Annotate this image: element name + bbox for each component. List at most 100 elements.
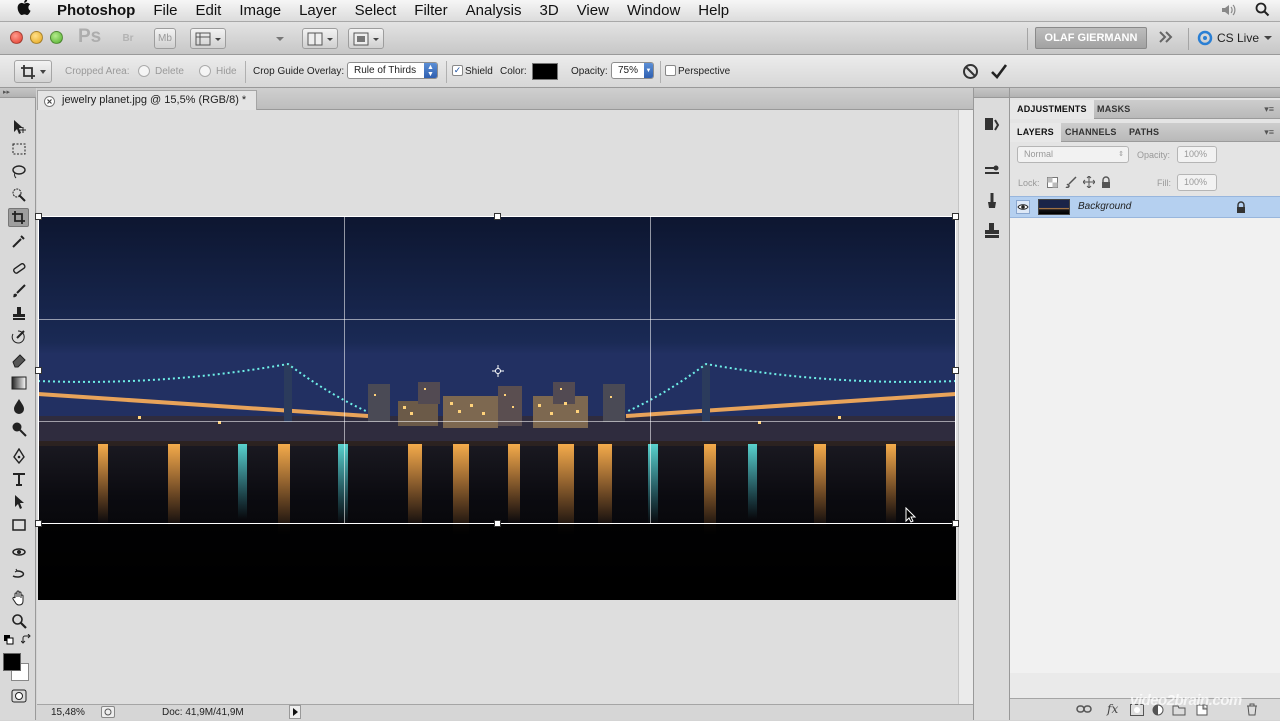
lock-position-icon[interactable] (1082, 175, 1096, 191)
double-chevron-right-icon[interactable] (1158, 30, 1174, 47)
pen-tool-icon[interactable] (8, 446, 29, 465)
move-tool-icon[interactable] (8, 117, 29, 136)
menu-3d[interactable]: 3D (531, 0, 568, 22)
clone-stamp-tool-icon[interactable] (8, 304, 29, 323)
healing-brush-tool-icon[interactable] (8, 258, 29, 277)
blur-tool-icon[interactable] (8, 396, 29, 415)
screen-mode-button[interactable] (348, 28, 384, 49)
type-tool-icon[interactable] (8, 469, 29, 488)
link-layers-icon[interactable] (1076, 704, 1092, 717)
tab-layers[interactable]: LAYERS (1010, 123, 1061, 142)
commit-crop-icon[interactable] (990, 63, 1008, 83)
menu-filter[interactable]: Filter (405, 0, 456, 22)
history-panel-icon[interactable] (983, 116, 1001, 137)
tab-channels[interactable]: CHANNELS (1058, 123, 1124, 142)
lock-image-pixels-icon[interactable] (1065, 176, 1077, 191)
menu-window[interactable]: Window (618, 0, 689, 22)
menu-help[interactable]: Help (689, 0, 738, 22)
launch-minibridge-button[interactable]: Mb (154, 28, 176, 49)
crop-handle-left[interactable] (35, 367, 42, 374)
cs-live-button[interactable]: CS Live (1197, 30, 1273, 46)
arrange-documents-button[interactable] (302, 28, 338, 49)
tool-preset-picker[interactable] (14, 60, 52, 83)
foreground-color-swatch[interactable] (3, 653, 21, 671)
layers-list-area[interactable] (1010, 218, 1280, 673)
crop-handle-bottom-left[interactable] (35, 520, 42, 527)
3d-rotate-tool-icon[interactable] (8, 542, 29, 561)
window-zoom-button[interactable] (50, 31, 63, 44)
vertical-scrollbar[interactable] (958, 110, 973, 704)
layer-fill-input[interactable]: 100% (1177, 174, 1217, 191)
status-menu-arrow-icon[interactable] (289, 705, 301, 719)
crop-handle-right[interactable] (952, 367, 959, 374)
window-minimize-button[interactable] (30, 31, 43, 44)
shield-opacity-input[interactable]: 75% ▼ (611, 62, 654, 79)
layer-thumbnail[interactable] (1038, 199, 1070, 215)
delete-radio[interactable] (138, 65, 150, 77)
gradient-tool-icon[interactable] (8, 373, 29, 392)
layer-visibility-eye-icon[interactable] (1016, 200, 1030, 214)
user-account-button[interactable]: OLAF GIERMANN (1035, 27, 1147, 49)
delete-layer-icon[interactable] (1246, 703, 1258, 719)
menu-view[interactable]: View (568, 0, 618, 22)
crop-handle-top[interactable] (494, 213, 501, 220)
zoom-tool-icon[interactable] (8, 611, 29, 630)
path-selection-tool-icon[interactable] (8, 492, 29, 511)
crop-tool-icon[interactable] (8, 208, 29, 227)
quick-selection-tool-icon[interactable] (8, 185, 29, 204)
eyedropper-tool-icon[interactable] (8, 231, 29, 250)
shield-color-swatch[interactable] (532, 63, 558, 80)
lock-transparent-pixels-icon[interactable] (1047, 177, 1058, 191)
clone-source-panel-icon[interactable] (983, 222, 1001, 243)
apple-menu-icon[interactable] (0, 0, 48, 22)
perspective-checkbox[interactable] (665, 65, 676, 76)
window-close-button[interactable] (10, 31, 23, 44)
tab-paths[interactable]: PATHS (1122, 123, 1166, 142)
layer-style-fx-icon[interactable]: fx (1107, 702, 1118, 716)
menu-edit[interactable]: Edit (187, 0, 231, 22)
crop-handle-top-left[interactable] (35, 213, 42, 220)
crop-handle-bottom[interactable] (494, 520, 501, 527)
status-info-icon[interactable] (101, 706, 115, 718)
zoom-level-dropdown[interactable] (234, 28, 290, 49)
tab-masks[interactable]: MASKS (1090, 100, 1138, 119)
layers-panel-menu-icon[interactable]: ▾≡ (1264, 127, 1274, 138)
tab-adjustments[interactable]: ADJUSTMENTS (1010, 100, 1094, 119)
volume-icon[interactable] (1214, 3, 1244, 20)
layer-name[interactable]: Background (1078, 201, 1131, 212)
menu-layer[interactable]: Layer (290, 0, 346, 22)
spotlight-search-icon[interactable] (1244, 2, 1280, 20)
shield-checkbox[interactable]: ✓ (452, 65, 463, 76)
brush-tool-icon[interactable] (8, 281, 29, 300)
swap-colors-icon[interactable] (20, 633, 32, 648)
crop-rotation-center-icon[interactable] (492, 365, 504, 380)
lasso-tool-icon[interactable] (8, 162, 29, 181)
default-colors-icon[interactable] (4, 635, 14, 648)
launch-bridge-button[interactable]: Br (118, 28, 138, 49)
rectangle-tool-icon[interactable] (8, 515, 29, 534)
crop-handle-top-right[interactable] (952, 213, 959, 220)
view-extras-button[interactable] (190, 28, 226, 49)
marquee-tool-icon[interactable] (8, 139, 29, 158)
hide-radio[interactable] (199, 65, 211, 77)
menu-image[interactable]: Image (230, 0, 290, 22)
document-tab[interactable]: jewelry planet.jpg @ 15,5% (RGB/8) * (37, 90, 258, 110)
menu-app-photoshop[interactable]: Photoshop (48, 0, 144, 22)
blend-mode-select[interactable]: Normal ⇕ (1017, 146, 1129, 163)
layer-row-background[interactable]: Background (1010, 196, 1280, 218)
3d-orbit-tool-icon[interactable] (8, 565, 29, 584)
quick-mask-icon[interactable] (8, 686, 29, 705)
brushes-panel-icon[interactable] (983, 192, 1001, 213)
cancel-crop-icon[interactable] (962, 63, 979, 83)
hand-tool-icon[interactable] (8, 588, 29, 607)
history-brush-tool-icon[interactable] (8, 327, 29, 346)
eraser-tool-icon[interactable] (8, 350, 29, 369)
layer-opacity-input[interactable]: 100% (1177, 146, 1217, 163)
menu-select[interactable]: Select (346, 0, 406, 22)
crop-handle-bottom-right[interactable] (952, 520, 959, 527)
zoom-level-readout[interactable]: 15,48% (51, 707, 85, 718)
menu-file[interactable]: File (144, 0, 186, 22)
menu-analysis[interactable]: Analysis (457, 0, 531, 22)
panel-menu-icon[interactable]: ▾≡ (1264, 104, 1274, 115)
crop-bounding-box[interactable] (35, 213, 959, 527)
